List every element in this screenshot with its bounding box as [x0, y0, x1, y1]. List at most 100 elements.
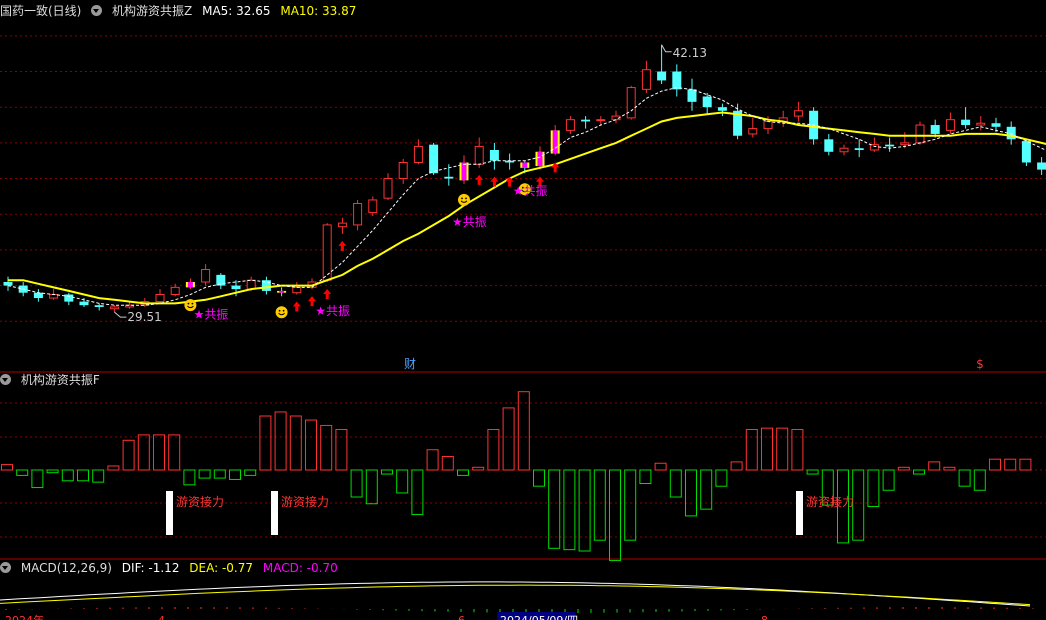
candle — [550, 125, 560, 156]
candle-body-up — [413, 145, 423, 163]
indicator-bar — [958, 469, 971, 487]
candle-body-down — [702, 96, 712, 108]
candle — [398, 158, 408, 184]
indicator-bar — [244, 469, 257, 476]
candle-body-up — [201, 269, 211, 283]
indicator-bar — [259, 415, 272, 471]
candle — [717, 103, 727, 117]
high-leader-line — [661, 44, 672, 53]
candle-body-up — [793, 110, 803, 117]
indicator-bar — [852, 469, 865, 541]
macd-dea-readout: DEA: -0.77 — [189, 561, 254, 575]
indicator-bar — [593, 469, 606, 541]
macd-value-readout: MACD: -0.70 — [262, 561, 338, 575]
candle — [1037, 157, 1046, 175]
candle — [277, 287, 287, 297]
indicator-bar — [913, 469, 925, 475]
candle-body-down — [3, 282, 13, 286]
candle-body-up — [155, 293, 165, 303]
candle — [1006, 121, 1016, 145]
indicator-bar — [16, 469, 29, 476]
indicator-bar — [61, 469, 74, 482]
sub-chart-header: 机构游资共振F — [0, 371, 106, 389]
macd-name[interactable]: MACD(12,26,9) — [21, 561, 112, 575]
stock-chart-canvas[interactable]: ★共振 ★共振 ★共振 ★共振 42.13 29.51 财 $ 游资接力 游资接力 游资接力 2024… — [0, 0, 1046, 620]
candle — [474, 137, 484, 168]
candle — [596, 116, 606, 126]
candle-body-down — [824, 139, 834, 152]
indicator-bar — [669, 469, 682, 498]
candle — [292, 282, 302, 295]
sub-indicator-name[interactable]: 机构游资共振F — [21, 373, 100, 387]
candle — [961, 107, 971, 129]
candle — [900, 132, 910, 149]
collapse-sub-indicator-icon[interactable] — [0, 374, 11, 385]
candle-body-up — [49, 293, 59, 299]
candle-body-down — [79, 301, 89, 306]
candle — [33, 289, 43, 302]
candle-body-up — [368, 199, 378, 213]
collapse-macd-icon[interactable] — [0, 562, 11, 573]
indicator-bar — [198, 469, 211, 479]
macd-dif-readout: DIF: -1.12 — [121, 561, 180, 575]
indicator-bar — [396, 469, 409, 494]
candle-body-up — [353, 203, 363, 226]
collapse-main-indicator-icon[interactable] — [91, 5, 103, 16]
relay-label: 游资接力 — [176, 494, 224, 509]
indicator-bar — [426, 449, 439, 471]
indicator-bar — [654, 462, 667, 471]
indicator-bar — [153, 434, 165, 471]
candle — [64, 292, 74, 306]
candle — [337, 217, 347, 234]
candle — [976, 116, 986, 131]
candle-body-down — [1037, 162, 1046, 170]
date-axis-label: 8 — [761, 614, 768, 620]
indicator-bar — [92, 469, 105, 483]
indicator-bar — [745, 429, 758, 471]
date-axis-label: 4 — [158, 614, 165, 620]
relay-marker-bar — [271, 491, 278, 535]
candle — [778, 110, 788, 127]
relay-marker-bar — [166, 491, 173, 535]
candle-body-down — [581, 119, 591, 122]
resonance-label: ★共振 — [315, 304, 350, 318]
candle-body-up — [383, 178, 393, 199]
candle — [170, 283, 180, 297]
candle — [565, 116, 575, 134]
indicator-bar — [639, 469, 652, 484]
indicator-bar — [1019, 458, 1032, 471]
candle — [915, 121, 925, 145]
candle-body-down — [657, 71, 667, 81]
indicator-bar — [730, 461, 743, 471]
relay-label: 游资接力 — [281, 494, 329, 509]
candle-body-up — [565, 119, 575, 131]
indicator-bar — [806, 469, 819, 475]
candle — [641, 60, 651, 93]
signal-bar-fill — [522, 162, 528, 168]
indicator-bar — [502, 407, 515, 471]
indicator-bar — [882, 469, 895, 491]
candle-body-up — [839, 147, 849, 153]
candle — [839, 144, 849, 156]
candle-body-up — [474, 145, 484, 165]
indicator-bar — [943, 466, 956, 471]
macd-dea-line — [0, 584, 1031, 606]
indicator-bar — [989, 458, 1001, 471]
candle — [489, 142, 499, 170]
candle — [885, 137, 895, 152]
indicator-bar — [487, 429, 500, 471]
indicator-bar — [517, 391, 530, 471]
candle — [109, 305, 119, 313]
candle — [3, 276, 13, 291]
date-axis-label: 2024/05/09/四 — [500, 614, 578, 620]
resonance-label: ★共振 — [194, 308, 229, 322]
candle — [368, 196, 378, 216]
main-indicator-name[interactable]: 机构游资共振Z — [112, 4, 192, 18]
candle-body-up — [398, 161, 408, 180]
smiley-icon — [458, 193, 470, 206]
indicator-bar — [289, 415, 302, 471]
candle — [94, 303, 104, 311]
candle-body-down — [991, 123, 1001, 127]
signal-bar-fill — [552, 130, 558, 154]
ma10-readout: MA10: 33.87 — [280, 4, 357, 18]
